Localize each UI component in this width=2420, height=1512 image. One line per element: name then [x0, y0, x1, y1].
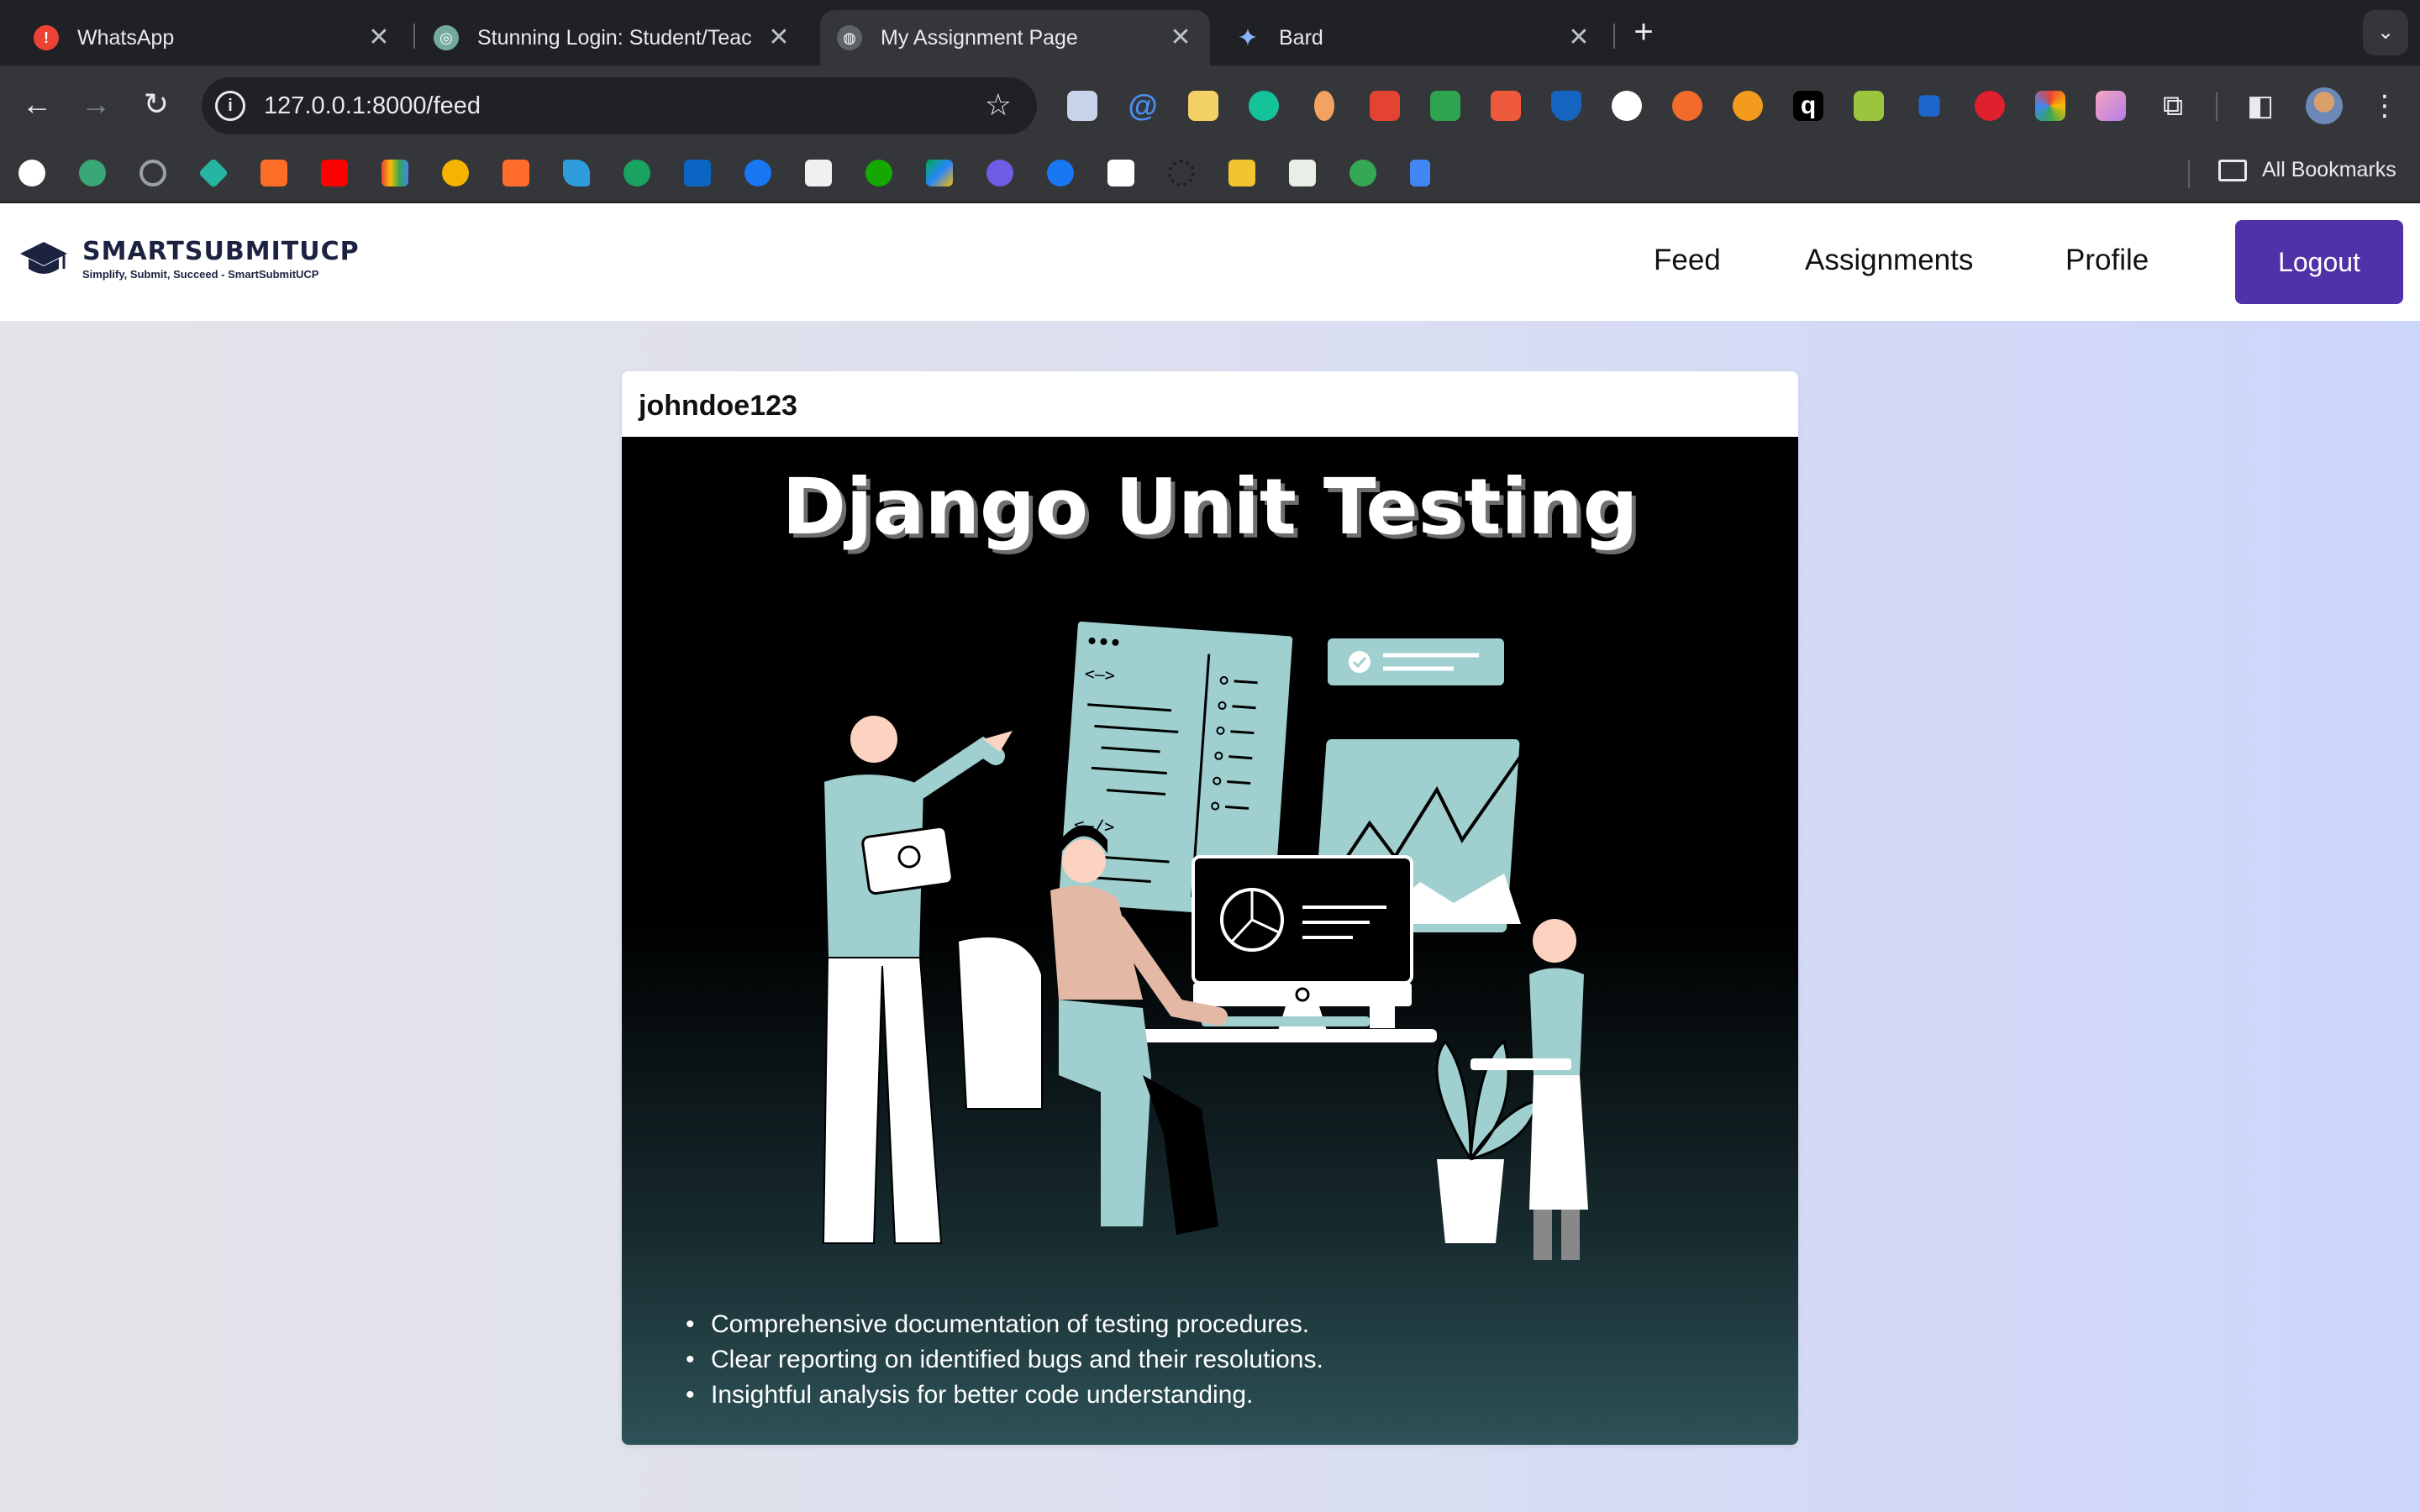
- bookmark-icon[interactable]: [1107, 160, 1134, 186]
- gitlab-icon[interactable]: [260, 160, 287, 186]
- tab-strip: ! WhatsApp ✕ ◎ Stunning Login: Student/T…: [0, 0, 2420, 66]
- tab-title: Stunning Login: Student/Teac: [477, 25, 752, 50]
- upwork-icon[interactable]: [865, 160, 892, 186]
- profile-avatar[interactable]: [2306, 87, 2343, 124]
- whatsapp-icon: !: [34, 25, 59, 50]
- extension-icon[interactable]: [1854, 91, 1884, 121]
- brand-name: SMARTSUBMITUCP: [82, 237, 360, 266]
- address-bar[interactable]: i 127.0.0.1:8000/feed ☆: [202, 77, 1037, 134]
- gmail-icon[interactable]: [381, 160, 408, 186]
- graduation-cap-icon: [20, 242, 67, 274]
- bookmark-icon[interactable]: [1289, 160, 1316, 186]
- tab-title: WhatsApp: [77, 25, 175, 50]
- bookmark-icon[interactable]: [986, 160, 1013, 186]
- team-testing-illustration: <—> <—/>: [822, 618, 1588, 1260]
- tab-bard[interactable]: ✦ Bard ✕: [1218, 10, 1608, 66]
- extension-icon[interactable]: [1918, 95, 1940, 117]
- extension-icon[interactable]: [1067, 91, 1097, 121]
- bookmarks-divider: [2188, 160, 2190, 188]
- bookmark-icon[interactable]: [442, 160, 469, 186]
- facebook-icon[interactable]: [1047, 160, 1074, 186]
- globe-icon: ◍: [837, 25, 862, 50]
- site-info-icon[interactable]: i: [215, 91, 245, 121]
- bookmarks-bar: [0, 144, 2420, 203]
- extension-icon[interactable]: [2096, 91, 2126, 121]
- folder-icon: [2218, 159, 2247, 181]
- bookmark-icon[interactable]: [139, 160, 166, 186]
- nav-profile-link[interactable]: Profile: [2065, 244, 2149, 277]
- list-item: Clear reporting on identified bugs and t…: [686, 1346, 1323, 1374]
- tab-divider: [413, 24, 415, 49]
- bookmark-star-icon[interactable]: ☆: [985, 87, 1012, 123]
- post-image[interactable]: Django Unit Testing <—> <—/> • Comprehen…: [622, 437, 1798, 1445]
- back-button[interactable]: ←: [17, 84, 57, 124]
- svg-text:<—>: <—>: [1084, 663, 1116, 685]
- mail-extension-icon[interactable]: [1188, 91, 1218, 121]
- extension-icon[interactable]: [1612, 91, 1642, 121]
- reload-button[interactable]: ↻: [136, 84, 176, 124]
- close-tab-icon[interactable]: ✕: [1168, 25, 1193, 50]
- chatgpt-icon: ◎: [434, 25, 459, 50]
- new-tab-button[interactable]: +: [1627, 15, 1660, 49]
- cpanel-icon[interactable]: [502, 160, 529, 186]
- bookmark-icon[interactable]: [1168, 160, 1195, 186]
- bookmark-icon[interactable]: [1228, 160, 1255, 186]
- github-icon[interactable]: [18, 160, 45, 186]
- facebook-icon[interactable]: [744, 160, 771, 186]
- tab-divider: [1613, 24, 1615, 49]
- nav-assignments-link[interactable]: Assignments: [1805, 244, 1973, 277]
- post-bullet-list: Comprehensive documentation of testing p…: [686, 1310, 1323, 1416]
- side-panel-icon[interactable]: ◧: [2242, 87, 2279, 124]
- post-image-title: Django Unit Testing: [781, 462, 1639, 552]
- tab-title: Bard: [1279, 25, 1323, 50]
- bard-sparkle-icon: ✦: [1237, 24, 1259, 52]
- tab-whatsapp[interactable]: ! WhatsApp ✕: [17, 10, 408, 66]
- adblock-icon[interactable]: [1975, 91, 2005, 121]
- close-tab-icon[interactable]: ✕: [1566, 25, 1591, 50]
- logout-button[interactable]: Logout: [2235, 220, 2403, 304]
- todoist-icon[interactable]: [1370, 91, 1400, 121]
- docs-icon[interactable]: [1410, 160, 1430, 186]
- w3schools-icon[interactable]: [805, 160, 832, 186]
- extension-icon[interactable]: [1314, 91, 1334, 121]
- tab-search-button[interactable]: ⌄: [2363, 10, 2408, 55]
- feed-post-card: johndoe123 Django Unit Testing <—> <—/>: [622, 371, 1798, 1445]
- fiverr-icon[interactable]: [623, 160, 650, 186]
- linkedin-icon[interactable]: [684, 160, 711, 186]
- all-bookmarks-button[interactable]: All Bookmarks: [2218, 158, 2396, 182]
- tab-stunning-login[interactable]: ◎ Stunning Login: Student/Teac ✕: [417, 10, 808, 66]
- list-item: Comprehensive documentation of testing p…: [686, 1310, 1323, 1339]
- extension-icon[interactable]: [1491, 91, 1521, 121]
- email-at-extension-icon[interactable]: @: [1128, 91, 1158, 121]
- extension-icon[interactable]: [1672, 91, 1702, 121]
- brand-logo[interactable]: SMARTSUBMITUCP Simplify, Submit, Succeed…: [18, 237, 360, 281]
- post-username[interactable]: johndoe123: [639, 390, 797, 423]
- all-bookmarks-label: All Bookmarks: [2262, 158, 2396, 181]
- extension-icon[interactable]: [1733, 91, 1763, 121]
- url-text[interactable]: 127.0.0.1:8000/feed: [264, 92, 481, 120]
- more-menu-icon[interactable]: ⋮: [2366, 87, 2403, 124]
- page-viewport: SMARTSUBMITUCP Simplify, Submit, Succeed…: [0, 203, 2420, 1512]
- grammarly-icon[interactable]: [1249, 91, 1279, 121]
- forward-button[interactable]: →: [76, 84, 116, 124]
- extensions-puzzle-icon[interactable]: ⧉: [2154, 87, 2191, 124]
- extension-icon[interactable]: [1430, 91, 1460, 121]
- youtube-icon[interactable]: [321, 160, 348, 186]
- tab-title: My Assignment Page: [881, 25, 1078, 50]
- extension-icon[interactable]: [2035, 91, 2065, 121]
- quora-extension-icon[interactable]: q: [1793, 91, 1823, 121]
- site-navbar: SMARTSUBMITUCP Simplify, Submit, Succeed…: [0, 203, 2420, 321]
- toolbar-divider: [2216, 92, 2217, 121]
- nav-feed-link[interactable]: Feed: [1654, 244, 1721, 277]
- bookmark-icon[interactable]: [79, 160, 106, 186]
- meet-icon[interactable]: [926, 160, 953, 186]
- play-icon[interactable]: [1349, 160, 1376, 186]
- close-tab-icon[interactable]: ✕: [366, 25, 392, 50]
- bookmark-icon[interactable]: [563, 160, 590, 186]
- list-item: Insightful analysis for better code unde…: [686, 1381, 1323, 1410]
- close-tab-icon[interactable]: ✕: [766, 25, 792, 50]
- brand-tagline: Simplify, Submit, Succeed - SmartSubmitU…: [82, 268, 319, 281]
- shield-extension-icon[interactable]: [1551, 91, 1581, 121]
- tab-my-assignment-page[interactable]: ◍ My Assignment Page ✕: [820, 10, 1210, 66]
